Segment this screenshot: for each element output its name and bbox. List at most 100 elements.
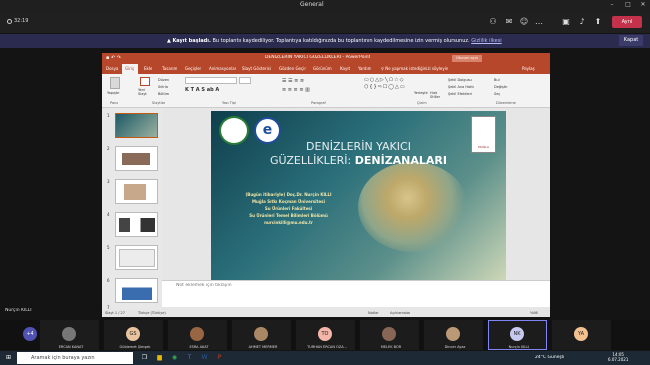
avatar [382, 327, 396, 341]
slide-thumbnail-2[interactable] [115, 146, 158, 171]
bullet-list-icons[interactable]: ☰ ☰ ≡ ≡ [282, 78, 304, 84]
meeting-controls-bar [0, 11, 650, 33]
reactions-icon[interactable]: ☺ [518, 16, 530, 28]
avatar [254, 327, 268, 341]
slide-thumbnail-6[interactable] [115, 278, 158, 303]
leave-button[interactable]: Ayrıl [612, 16, 642, 28]
tab-animations[interactable]: Animasyonlar [209, 66, 236, 71]
participant-name: ESRA AKAT [189, 345, 209, 349]
avatar: NK [510, 327, 524, 341]
share-screen-icon[interactable]: ⬆ [592, 16, 604, 28]
ppt-status-bar [102, 310, 550, 317]
recording-close-button[interactable]: Kapat [619, 35, 643, 46]
start-icon[interactable]: ⊞ [4, 353, 13, 362]
shapes-gallery[interactable]: ▭○△▷╲⬠☆◇ [364, 77, 404, 83]
taskbar-clock[interactable]: 14:05 6.07.2021 [608, 352, 628, 362]
tab-design[interactable]: Tasarım [162, 66, 177, 71]
ppt-title: DENİZLERİN YAKICI GÜZELLİKLERİ - PowerPo… [265, 55, 371, 60]
shape-effects-button[interactable]: Şekil Efektleri [448, 92, 472, 96]
powerpoint-icon[interactable]: P [215, 353, 224, 362]
group-clipboard: Pano [110, 101, 119, 105]
slide-number: 5 [107, 245, 110, 250]
slide-number: 4 [107, 212, 110, 217]
tab-transitions[interactable]: Geçişler [185, 66, 201, 71]
chrome-icon[interactable]: ◉ [170, 353, 179, 362]
teams-icon[interactable]: T [185, 353, 194, 362]
select-button[interactable]: Seç [494, 92, 500, 96]
file-explorer-icon[interactable]: ▆ [155, 353, 164, 362]
taskbar-search[interactable]: Aramak için buraya yazın [17, 352, 133, 364]
paste-button[interactable]: Yapıştır [107, 91, 120, 95]
tell-me-label: Ne yapmak istediğinizi söyleyin [385, 66, 449, 71]
tab-slideshow[interactable]: Slayt Gösterisi [242, 66, 271, 71]
save-icon[interactable]: ▪ ↶ ↷ [106, 55, 121, 61]
slide-title-line2: GÜZELLİKLERİ: DENİZANALARI [211, 154, 506, 167]
slide-info-author: (Bugün itibariyle) Doç.Dr. Nurçin KILLI [245, 192, 332, 197]
replace-button[interactable]: Değiştir [494, 85, 508, 89]
section-button[interactable]: Bölüm [158, 92, 169, 96]
zoom-level[interactable]: %66 [530, 311, 538, 315]
font-size-select[interactable] [239, 77, 251, 84]
tab-record[interactable]: Kayıt [340, 66, 350, 71]
tab-review[interactable]: Gözden Geçir [279, 66, 306, 71]
quick-styles-button[interactable]: Hızlı Stiller [430, 91, 444, 99]
minimize-icon[interactable]: – [609, 2, 615, 8]
notes-toggle[interactable]: Notlar [368, 311, 379, 315]
privacy-link[interactable]: Gizlilik ilkesi [471, 38, 502, 44]
new-slide-button[interactable]: Yeni Slayt [138, 88, 150, 96]
participants-icon[interactable]: ⚇ [487, 16, 499, 28]
shapes-gallery-row2[interactable]: ⬡{}⇨☐◯△▭ [364, 84, 406, 90]
slide-thumbnail-5[interactable] [115, 245, 158, 270]
font-family-select[interactable] [185, 77, 237, 84]
status-language: Türkçe (Türkiye) [138, 311, 166, 315]
tab-home[interactable]: Giriş [125, 66, 134, 71]
align-icons[interactable]: ≡ ≡ ≡ ≡ ▥ [282, 87, 310, 93]
leave-label: Ayrıl [621, 19, 633, 25]
arrange-button[interactable]: Yerleştir [414, 91, 428, 95]
tab-help[interactable]: Yardım [358, 66, 371, 71]
word-icon[interactable]: W [200, 353, 209, 362]
tell-me-search[interactable]: ⚲ Ne yapmak istediğinizi söyleyin [381, 66, 448, 71]
slide-number: 3 [107, 179, 110, 184]
reset-button[interactable]: Sıfırla [158, 85, 168, 89]
participant-name: TURHAN ERCAN ÖZA... [307, 345, 347, 349]
avatar [62, 327, 76, 341]
slide-info-email: nurcinkilli@mu.edu.tr [264, 220, 313, 225]
shield-icon [7, 19, 12, 24]
shape-fill-button[interactable]: Şekil Dolgusu [448, 78, 472, 82]
paste-icon[interactable] [110, 77, 120, 89]
clock-date: 6.07.2021 [608, 357, 629, 362]
shape-outline-button[interactable]: Şekil Ana Hattı [448, 85, 474, 89]
window-title: General [300, 1, 324, 8]
slide-thumbnail-1[interactable] [115, 113, 158, 138]
weather-widget[interactable]: 24°C Güneşli [535, 355, 564, 360]
layout-button[interactable]: Düzen [158, 78, 169, 82]
tab-view[interactable]: Görünüm [313, 66, 332, 71]
microphone-icon[interactable]: ♪ [576, 16, 588, 28]
slide-thumbnail-4[interactable] [115, 212, 158, 237]
slide-thumbnail-3[interactable] [115, 179, 158, 204]
chat-icon[interactable]: ✉ [503, 16, 515, 28]
share-button[interactable]: Paylaş [522, 66, 535, 71]
camera-icon[interactable]: ▣ [560, 16, 572, 28]
new-slide-icon[interactable] [140, 77, 150, 86]
group-paragraph: Paragraf [311, 101, 326, 105]
close-icon[interactable]: ✕ [640, 2, 646, 8]
find-button[interactable]: Bul [494, 78, 500, 82]
task-view-icon[interactable]: ❒ [140, 353, 149, 362]
recording-text: Bu toplantıı kaydediliyor. Toplantıya ka… [212, 38, 470, 44]
slide-number: 1 [107, 113, 110, 118]
more-participants-button[interactable]: +4 [23, 327, 37, 341]
tab-insert[interactable]: Ekle [144, 66, 152, 71]
tab-file[interactable]: Dosya [106, 66, 118, 71]
group-font: Yazı Tipi [222, 101, 236, 105]
participant-name: ERCAN KANAT [58, 345, 84, 349]
signin-button[interactable]: Oturum açın [452, 55, 482, 62]
slide-info-department: Su Ürünleri Temel Bilimleri Bölümü [249, 213, 328, 218]
font-format-icons[interactable]: K T A S ab A [185, 87, 219, 93]
comments-toggle[interactable]: Açıklamalar [390, 311, 410, 315]
more-options-icon[interactable]: … [533, 16, 545, 28]
maximize-icon[interactable]: □ [625, 2, 631, 8]
group-editing: Düzenleme [496, 101, 516, 105]
participant-name: MELEK BOR [380, 345, 402, 349]
